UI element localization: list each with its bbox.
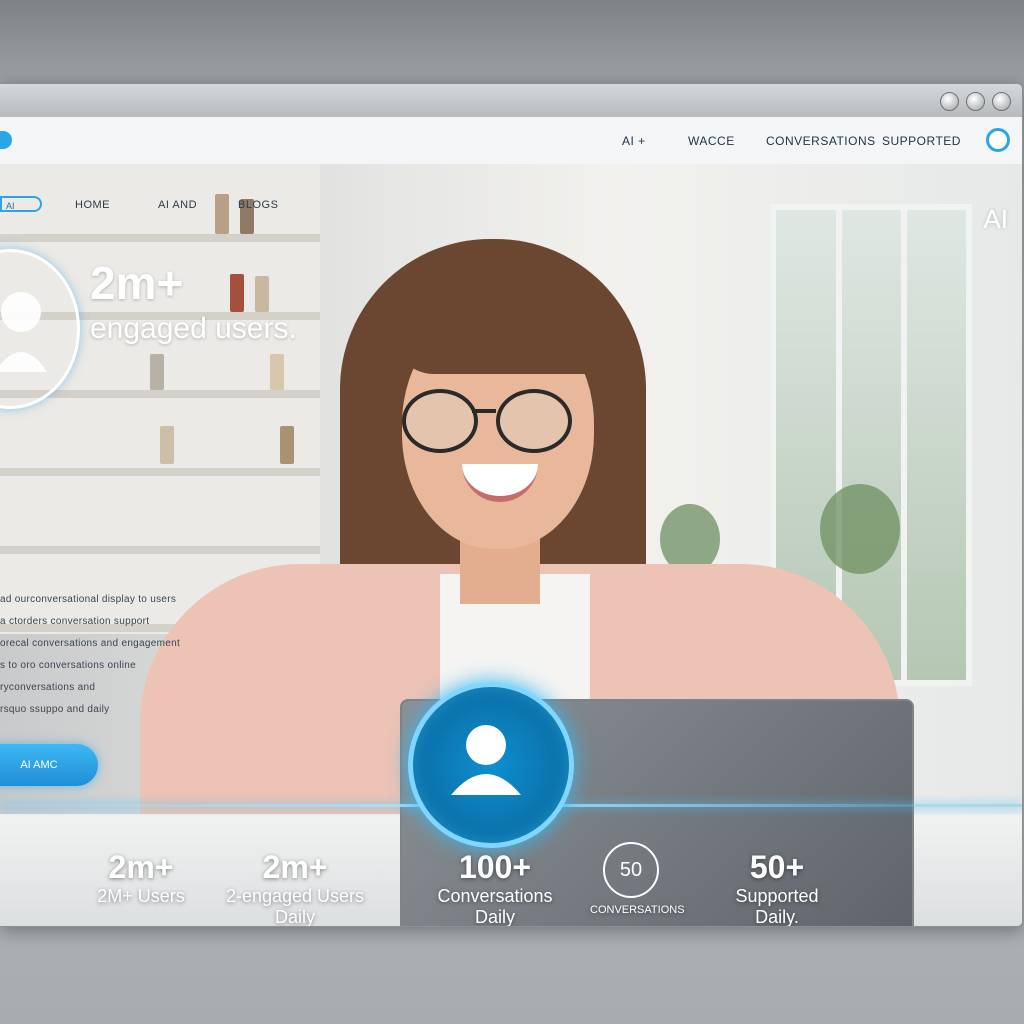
nav-link-supported[interactable]: SUPPORTED: [882, 134, 961, 148]
hero-stat-label: engaged users.: [90, 312, 297, 345]
tab-ai-and[interactable]: AI AND: [158, 199, 197, 211]
stat-supported: 50+ Supported Daily.: [735, 849, 819, 926]
user-avatar-icon: [0, 249, 80, 409]
title-bar: [0, 84, 1022, 118]
description-text: ad ourconversational display to users a …: [0, 589, 260, 721]
top-navbar: AI + WACCE CONVERSATIONS SUPPORTED: [0, 117, 1022, 165]
description-line: orecal conversations and engagement: [0, 638, 181, 649]
nav-link-ai[interactable]: AI +: [622, 134, 646, 148]
cta-button[interactable]: AI AMC: [0, 744, 98, 786]
profile-icon[interactable]: [986, 128, 1010, 152]
description-line: ad ourconversational display to users: [0, 594, 177, 605]
ui-overlay: AI HOME AI AND BLOGS AI 2m+ engaged user…: [0, 164, 1022, 926]
description-line: ryconversations and: [0, 682, 96, 693]
close-icon[interactable]: [992, 92, 1011, 111]
stat-conversations-small: CONVERSATIONS: [590, 904, 685, 916]
browser-window: AI + WACCE CONVERSATIONS SUPPORTED AI HO…: [0, 83, 1023, 927]
hero-photo: AI HOME AI AND BLOGS AI 2m+ engaged user…: [0, 164, 1022, 926]
hero-stat-number: 2m+: [90, 257, 184, 309]
nav-link-wacce[interactable]: WACCE: [688, 134, 735, 148]
nav-menu-icon[interactable]: [0, 131, 12, 149]
nav-link-conversations[interactable]: CONVERSATIONS: [766, 134, 876, 148]
description-line: rsquo ssuppo and daily: [0, 704, 110, 715]
maximize-icon[interactable]: [966, 92, 985, 111]
stat-badge-icon: 50: [603, 842, 659, 898]
stat-conversations: 100+ Conversations Daily: [437, 849, 553, 926]
stat-engaged-users: 2m+ 2-engaged Users Daily: [225, 849, 365, 926]
minimize-icon[interactable]: [940, 92, 959, 111]
tab-blogs[interactable]: BLOGS: [238, 199, 278, 211]
description-line: s to oro conversations online: [0, 660, 136, 671]
assistant-avatar-icon: [408, 682, 574, 848]
description-line: a ctorders conversation support: [0, 616, 150, 627]
stat-users: 2m+ 2M+ Users: [97, 849, 185, 906]
brand-logo: AI: [983, 204, 1008, 234]
tab-home[interactable]: HOME: [75, 199, 110, 211]
ai-chip[interactable]: AI: [0, 196, 42, 212]
